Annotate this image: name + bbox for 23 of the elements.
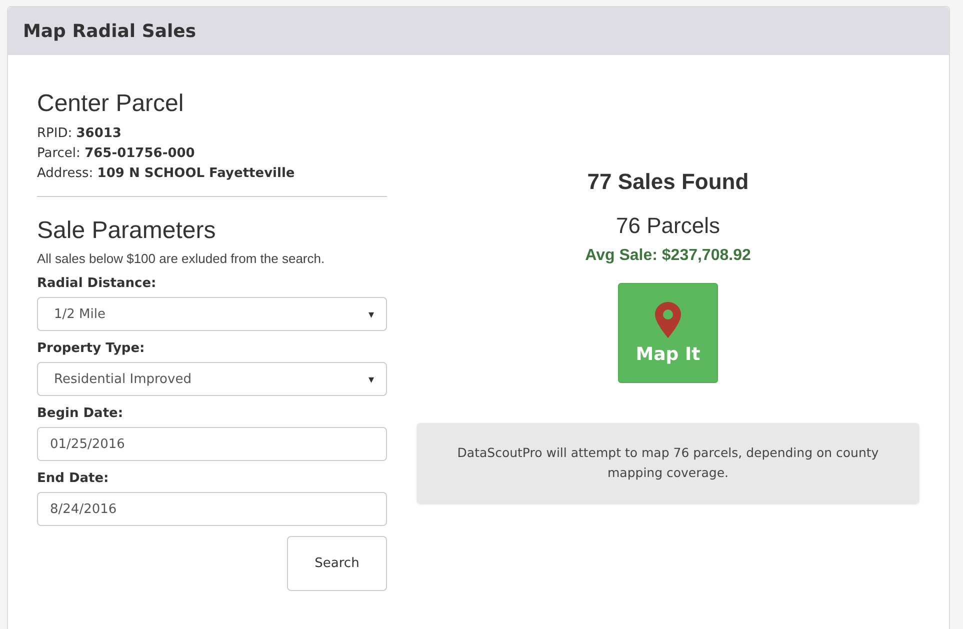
note-text: All sales below $100 are exluded from the search. xyxy=(37,251,326,266)
panel-title: Map Radial Sales xyxy=(23,20,196,42)
info-line: Parcel: 765-01756-000 xyxy=(37,145,196,163)
caret-icon: ▾ xyxy=(368,308,374,320)
info-line: Address: 109 N SCHOOL Fayetteville xyxy=(37,165,296,183)
field-label: End Date: xyxy=(37,471,110,486)
info-line: RPID: 36013 xyxy=(37,125,122,143)
caret-icon: ▾ xyxy=(368,372,374,386)
search-button[interactable]: Search xyxy=(287,536,387,591)
info-message: DataScoutPro will attempt to map 76 parcels, depending on county mapping coverage. xyxy=(417,423,919,503)
section-heading: Center Parcel xyxy=(37,90,185,118)
parcel-count: 76 Parcels xyxy=(616,213,720,239)
dropdown-field[interactable]: 1/2 Mile ▾ xyxy=(37,297,387,331)
field-label: Property Type: xyxy=(37,341,146,356)
date-field[interactable]: 8/24/2016 xyxy=(37,492,387,526)
field-label: Begin Date: xyxy=(37,406,124,421)
map-pin-icon xyxy=(655,302,681,338)
date-field[interactable]: 01/25/2016 xyxy=(37,427,387,461)
average-sale: Avg Sale: $237,708.92 xyxy=(585,247,751,265)
dropdown-field[interactable]: Residential Improved ▾ xyxy=(37,362,387,396)
section-heading: Sale Parameters xyxy=(37,217,217,245)
sales-count: 77 Sales Found xyxy=(587,169,749,195)
field-label: Radial Distance: xyxy=(37,276,158,291)
